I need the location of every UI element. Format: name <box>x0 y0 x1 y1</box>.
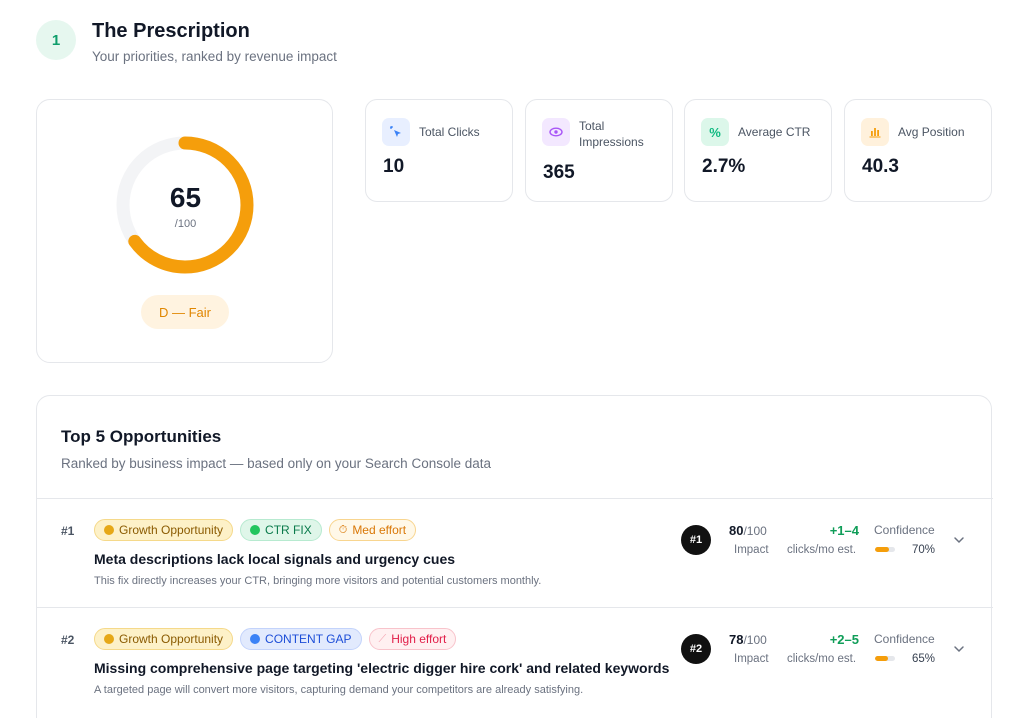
opportunity-title: Missing comprehensive page targeting 'el… <box>94 660 670 676</box>
metric-card-average-ctr: % Average CTR 2.7% <box>684 99 832 202</box>
opportunities-subtitle: Ranked by business impact — based only o… <box>61 456 491 471</box>
metric-label: Total Clicks <box>419 125 480 139</box>
percent-icon: % <box>701 118 729 146</box>
clicks-label: clicks/mo est. <box>787 544 857 556</box>
rank-badge: #2 <box>681 634 711 664</box>
score-value: 65 <box>169 182 202 213</box>
circle-icon <box>250 634 261 644</box>
metric-value: 2.7% <box>702 156 746 177</box>
opportunity-tags: Growth Opportunity CTR FIX ⏱ Med effort <box>94 519 417 541</box>
chevron-down-icon[interactable] <box>952 642 966 656</box>
circle-icon <box>104 634 114 644</box>
opportunity-row[interactable]: #2 Growth Opportunity CONTENT GAP ⟋ High … <box>37 607 993 717</box>
metric-card-total-impressions: Total Impressions 365 <box>525 99 673 202</box>
clicks-estimate: +1–4 <box>829 523 859 538</box>
health-score-card: 65 /100 D — Fair <box>36 99 333 363</box>
confidence-bar <box>875 547 895 552</box>
chevron-down-icon[interactable] <box>952 533 966 547</box>
metric-label: Average CTR <box>738 125 811 139</box>
metric-label: Avg Position <box>898 125 965 139</box>
opportunities-card: Top 5 Opportunities Ranked by business i… <box>36 395 993 718</box>
metric-value: 40.3 <box>862 156 899 177</box>
clicks-label: clicks/mo est. <box>787 653 857 665</box>
impact-score: 80/100 <box>729 523 767 538</box>
tag-content-gap: CONTENT GAP <box>240 628 362 650</box>
rank-badge: #1 <box>681 525 711 555</box>
metric-label: Total Impressions <box>579 119 644 149</box>
opportunity-title: Meta descriptions lack local signals and… <box>94 551 456 567</box>
opportunity-description: A targeted page will convert more visito… <box>94 684 584 696</box>
confidence-value: 70% <box>911 544 935 556</box>
confidence-label: Confidence <box>874 632 935 646</box>
wrench-icon: ⟋ <box>378 632 387 645</box>
score-max: /100 <box>174 218 197 230</box>
confidence-value: 65% <box>911 653 935 665</box>
confidence-bar <box>875 656 895 661</box>
page-subtitle: Your priorities, ranked by revenue impac… <box>92 49 337 64</box>
metric-value: 10 <box>383 156 405 177</box>
tag-effort: ⟋ High effort <box>368 628 457 650</box>
tag-growth-opportunity: Growth Opportunity <box>94 628 234 650</box>
opportunity-row[interactable]: #1 Growth Opportunity CTR FIX ⏱ Med effor… <box>37 498 993 608</box>
opportunity-tags: Growth Opportunity CONTENT GAP ⟋ High eff… <box>94 628 457 650</box>
metric-value: 365 <box>543 162 575 183</box>
cursor-click-icon <box>382 118 410 146</box>
eye-icon <box>542 118 570 146</box>
opportunity-rank: #1 <box>61 524 75 538</box>
impact-label: Impact <box>734 544 769 556</box>
grade-badge: D — Fair <box>141 295 229 329</box>
tag-effort: ⏱ Med effort <box>328 519 417 541</box>
opportunity-description: This fix directly increases your CTR, br… <box>94 575 542 587</box>
circle-icon <box>104 525 114 535</box>
confidence-bar-fill <box>875 547 889 552</box>
opportunities-title: Top 5 Opportunities <box>61 427 222 446</box>
clicks-estimate: +2–5 <box>829 632 859 647</box>
opportunity-rank: #2 <box>61 633 75 647</box>
metric-card-avg-position: Avg Position 40.3 <box>844 99 992 202</box>
tag-ctr-fix: CTR FIX <box>240 519 322 541</box>
confidence-bar-fill <box>875 656 888 661</box>
bar-chart-icon <box>861 118 889 146</box>
impact-label: Impact <box>734 653 769 665</box>
circle-icon <box>250 525 261 535</box>
step-number-badge: 1 <box>36 20 76 60</box>
impact-score: 78/100 <box>729 632 767 647</box>
tag-growth-opportunity: Growth Opportunity <box>94 519 234 541</box>
stopwatch-icon: ⏱ <box>338 523 348 536</box>
confidence-label: Confidence <box>874 523 935 537</box>
page-title: The Prescription <box>92 20 250 42</box>
metric-card-total-clicks: Total Clicks 10 <box>365 99 513 202</box>
